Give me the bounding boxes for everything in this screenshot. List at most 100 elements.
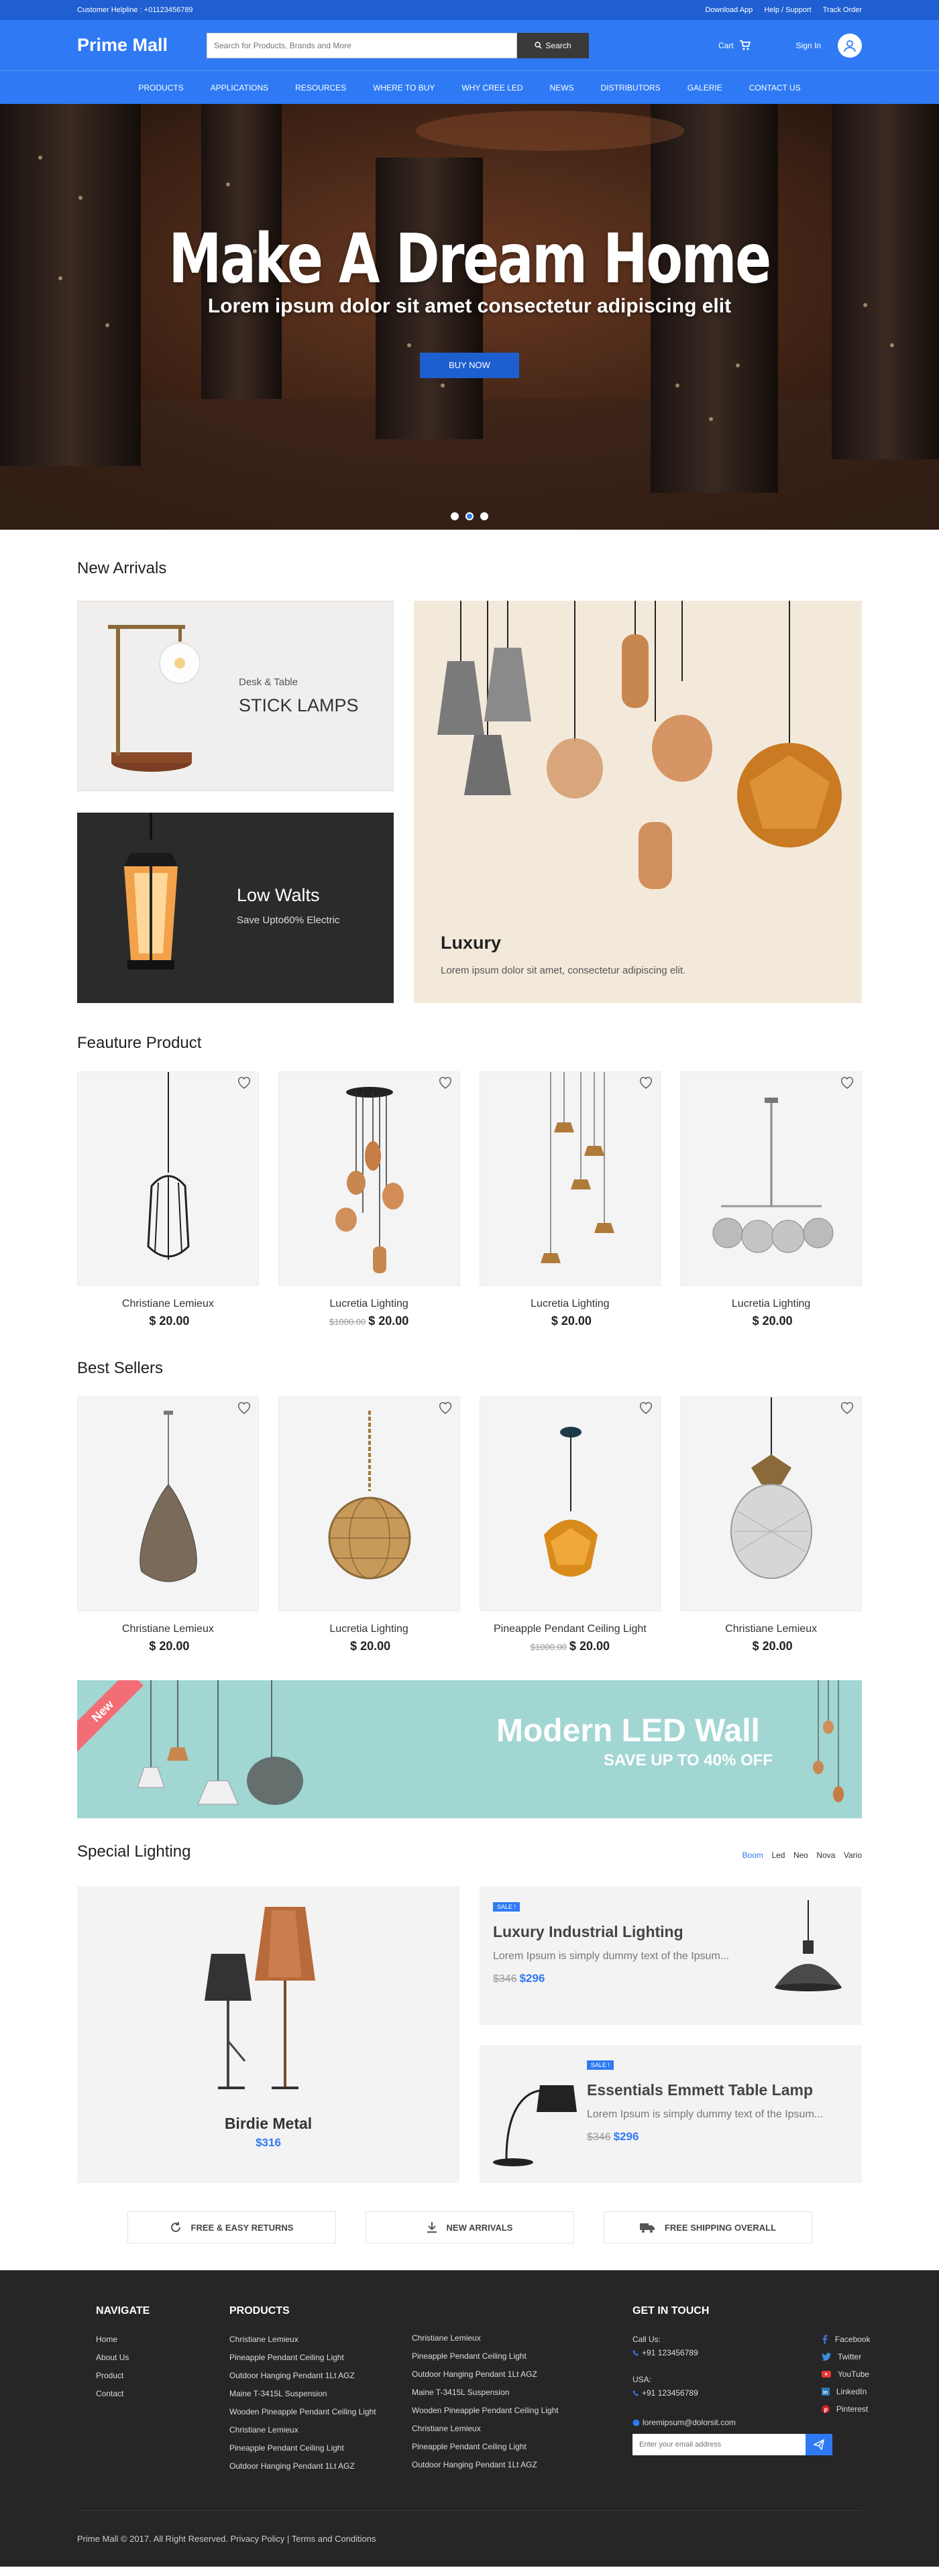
footer-link-contact[interactable]: Contact	[96, 2389, 150, 2398]
footer-product-link[interactable]: Christiane Lemieux	[229, 2335, 376, 2344]
tab-led[interactable]: Led	[771, 1851, 785, 1860]
search-button[interactable]: Search	[517, 32, 589, 58]
social-pinterest[interactable]: p Pinterest	[821, 2404, 871, 2414]
search-bar: Search	[207, 32, 589, 58]
usa-label: USA:	[632, 2375, 652, 2384]
best-sellers-section: Best Sellers Christiane Lemieux $ 20.00 …	[77, 1359, 862, 1653]
social-youtube[interactable]: YouTube	[821, 2369, 871, 2379]
nav-item-news[interactable]: NEWS	[537, 83, 588, 93]
footer-product-link[interactable]: Outdoor Hanging Pendant 1Lt AGZ	[229, 2371, 376, 2380]
product-image[interactable]	[278, 1071, 460, 1286]
section-title: New Arrivals	[77, 559, 167, 577]
slider-dot-active[interactable]	[465, 512, 474, 520]
product-name[interactable]: Lucretia Lighting	[278, 1623, 460, 1635]
stick-lamps-card[interactable]: Desk & Table STICK LAMPS	[77, 601, 394, 791]
luxury-card[interactable]: Luxury Lorem ipsum dolor sit amet, conse…	[414, 601, 862, 1003]
email-link[interactable]: loremipsum@dolorsit.com	[643, 2418, 736, 2427]
product-card[interactable]: Lucretia Lighting $ 20.00	[680, 1071, 862, 1328]
footer-product-link[interactable]: Outdoor Hanging Pendant 1Lt AGZ	[412, 2369, 559, 2379]
product-image[interactable]	[479, 1397, 661, 1611]
nav-item-contact-us[interactable]: CONTACT US	[736, 83, 814, 93]
signin-link[interactable]: Sign In	[796, 41, 821, 50]
slider-dot[interactable]	[451, 512, 459, 520]
nav-item-why-cree-led[interactable]: WHY CREE LED	[448, 83, 536, 93]
buy-now-button[interactable]: BUY NOW	[420, 353, 519, 379]
product-image[interactable]	[77, 1397, 259, 1611]
product-image[interactable]	[77, 1071, 259, 1286]
newsletter-submit-button[interactable]	[806, 2434, 832, 2455]
footer-heading: PRODUCTS	[229, 2305, 290, 2317]
pendant-cage-image	[147, 1072, 190, 1260]
footer-product-link[interactable]: Pineapple Pendant Ceiling Light	[229, 2353, 376, 2362]
banner-subtitle: SAVE UP TO 40% OFF	[604, 1751, 773, 1769]
low-walts-card[interactable]: Low Walts Save Upto60% Electric	[77, 813, 394, 1003]
logo[interactable]: Prime Mall	[77, 35, 207, 56]
product-card[interactable]: Christiane Lemieux $ 20.00	[77, 1397, 259, 1653]
promo-banner[interactable]: New Modern LED Wall SAVE UP TO 40% OFF	[77, 1680, 862, 1818]
product-price-value: $ 20.00	[350, 1639, 391, 1653]
download-app-link[interactable]: Download App	[705, 6, 753, 14]
product-name[interactable]: Christiane Lemieux	[680, 1623, 862, 1635]
product-price-value: $ 20.00	[368, 1314, 409, 1328]
product-name[interactable]: Pineapple Pendant Ceiling Light	[480, 1623, 661, 1635]
product-image[interactable]	[680, 1397, 862, 1611]
special-feature-card[interactable]: Birdie Metal $316	[77, 1887, 459, 2183]
cart-button[interactable]: Cart	[718, 40, 751, 50]
nav-item-products[interactable]: PRODUCTS	[125, 83, 197, 93]
tab-neo[interactable]: Neo	[793, 1851, 808, 1860]
product-card[interactable]: Christiane Lemieux $ 20.00	[680, 1397, 862, 1653]
footer-product-link[interactable]: Maine T-3415L Suspension	[229, 2389, 376, 2398]
user-avatar-button[interactable]	[838, 33, 862, 58]
call-number[interactable]: +91 123456789	[642, 2348, 698, 2357]
special-sale-card[interactable]: SALE ! Luxury Industrial Lighting Lorem …	[480, 1887, 862, 2025]
usa-number[interactable]: +91 123456789	[642, 2388, 698, 2398]
footer-product-link[interactable]: Christiane Lemieux	[412, 2424, 559, 2433]
track-order-link[interactable]: Track Order	[823, 6, 862, 14]
footer-product-link[interactable]: Outdoor Hanging Pendant 1Lt AGZ	[229, 2461, 376, 2471]
special-sale-card[interactable]: SALE ! Essentials Emmett Table Lamp Lore…	[480, 2045, 862, 2183]
product-name[interactable]: Lucretia Lighting	[680, 1298, 862, 1310]
product-card[interactable]: Lucretia Lighting $ 20.00	[479, 1071, 661, 1328]
product-name[interactable]: Christiane Lemieux	[77, 1298, 259, 1310]
footer-product-link[interactable]: Pineapple Pendant Ceiling Light	[412, 2442, 559, 2451]
product-name[interactable]: Lucretia Lighting	[278, 1298, 460, 1310]
nav-item-distributors[interactable]: DISTRIBUTORS	[588, 83, 674, 93]
nav-item-where-to-buy[interactable]: WHERE TO BUY	[360, 83, 448, 93]
product-card[interactable]: Christiane Lemieux $ 20.00	[77, 1071, 259, 1328]
tab-nova[interactable]: Nova	[816, 1851, 835, 1860]
footer-product-link[interactable]: Pineapple Pendant Ceiling Light	[229, 2443, 376, 2453]
social-facebook[interactable]: Facebook	[822, 2335, 871, 2344]
slider-dot[interactable]	[480, 512, 488, 520]
social-twitter[interactable]: Twitter	[821, 2352, 871, 2361]
footer-product-link[interactable]: Maine T-3415L Suspension	[412, 2388, 559, 2397]
product-card[interactable]: Pineapple Pendant Ceiling Light $1000.00…	[479, 1397, 661, 1653]
help-support-link[interactable]: Help / Support	[764, 6, 811, 14]
product-image[interactable]	[680, 1071, 862, 1286]
hero-title: Make A Dream Home	[168, 219, 772, 299]
tab-boom[interactable]: Boom	[742, 1851, 763, 1860]
feature-free-shipping: FREE SHIPPING OVERALL	[603, 2211, 812, 2243]
footer-product-link[interactable]: Wooden Pineapple Pendant Ceiling Light	[229, 2407, 376, 2416]
footer-product-link[interactable]: Outdoor Hanging Pendant 1Lt AGZ	[412, 2460, 559, 2469]
truck-icon	[639, 2223, 655, 2233]
product-name[interactable]: Christiane Lemieux	[77, 1623, 259, 1635]
tab-vario[interactable]: Vario	[844, 1851, 862, 1860]
nav-item-resources[interactable]: RESOURCES	[282, 83, 360, 93]
footer-product-link[interactable]: Christiane Lemieux	[412, 2333, 559, 2343]
product-name[interactable]: Lucretia Lighting	[480, 1298, 661, 1310]
product-image[interactable]	[479, 1071, 661, 1286]
social-linkedin[interactable]: in LinkedIn	[821, 2387, 871, 2396]
footer-link-home[interactable]: Home	[96, 2335, 150, 2344]
footer-link-about[interactable]: About Us	[96, 2353, 150, 2362]
product-card[interactable]: Lucretia Lighting $1000.00 $ 20.00	[278, 1071, 460, 1328]
newsletter-email-input[interactable]	[632, 2434, 806, 2455]
nav-item-galerie[interactable]: GALERIE	[674, 83, 736, 93]
footer-link-product[interactable]: Product	[96, 2371, 150, 2380]
product-image[interactable]	[278, 1397, 460, 1611]
product-card[interactable]: Lucretia Lighting $ 20.00	[278, 1397, 460, 1653]
nav-item-applications[interactable]: APPLICATIONS	[197, 83, 282, 93]
search-input[interactable]	[207, 32, 517, 58]
footer-product-link[interactable]: Pineapple Pendant Ceiling Light	[412, 2351, 559, 2361]
footer-product-link[interactable]: Christiane Lemieux	[229, 2425, 376, 2435]
footer-product-link[interactable]: Wooden Pineapple Pendant Ceiling Light	[412, 2406, 559, 2415]
